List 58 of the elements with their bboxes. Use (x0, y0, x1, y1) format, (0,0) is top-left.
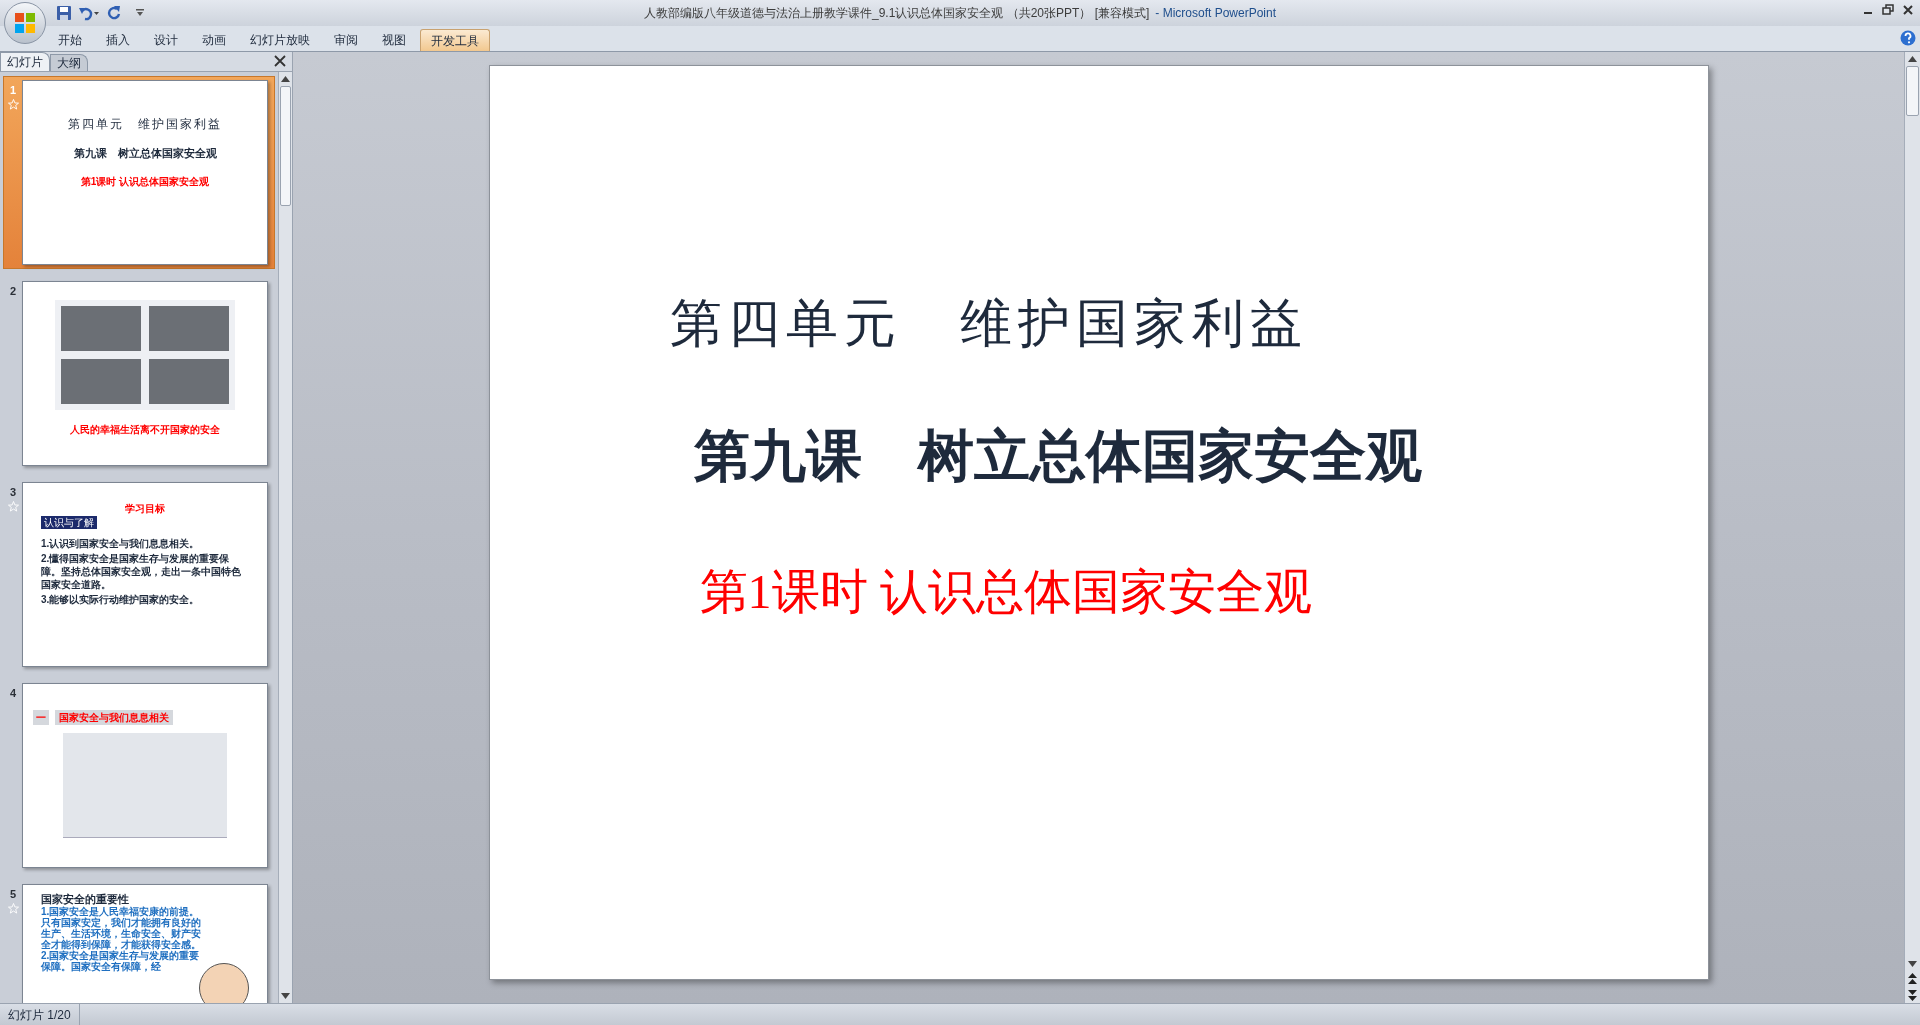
slide-subtitle: 第九课 树立总体国家安全观 (693, 423, 1423, 489)
slide-thumbnail-row[interactable]: 3 学习目标 认识与了解 1.认识到国家安全与我们息息相关。 2.懂得国家安全是国家生存与发展的重要保障。坚持总体国家安全观，走出一条中国特色国家安全道路。 3.能够以实际行动维护国家的安全。 (3, 478, 275, 671)
customize-caret-icon[interactable] (136, 9, 144, 17)
thumbnail-text: 1.认识到国家安全与我们息息相关。 (41, 537, 201, 550)
thumbnail-subtitle: 第1课时 认识总体国家安全观 (80, 174, 210, 189)
save-icon[interactable] (56, 5, 72, 21)
thumbnail-marker: 一 (33, 710, 49, 725)
cartoon-placeholder (199, 963, 249, 1003)
slide-number: 4 (9, 686, 17, 701)
ribbon-tab[interactable]: 设计 (144, 29, 188, 51)
redo-icon[interactable] (106, 5, 122, 21)
scroll-thumb[interactable] (280, 86, 291, 206)
slide-number: 3 (9, 485, 17, 500)
slide-title: 第四单元 维护国家利益 (669, 292, 1309, 355)
ribbon-tab[interactable]: 幻灯片放映 (240, 29, 320, 51)
slide-number: 5 (9, 887, 17, 902)
slide-thumbnail-row[interactable]: 1 第四单元 维护国家利益 第九课 树立总体国家安全观 第1课时 认识总体国家安全观 (3, 76, 275, 269)
thumbnail-title: 第四单元 维护国家利益 (68, 116, 222, 133)
slide-thumbnail-row[interactable]: 4 一 国家安全与我们息息相关 (3, 679, 275, 872)
thumbnail-subtitle: 第九课 树立总体国家安全观 (73, 146, 217, 161)
thumbnail-heading: 学习目标 (124, 502, 166, 516)
ribbon-tab[interactable]: 插入 (96, 29, 140, 51)
pane-tab[interactable]: 大纲 (50, 54, 88, 71)
office-logo-icon (13, 11, 37, 35)
ribbon-tab[interactable]: 视图 (372, 29, 416, 51)
thumbnail-text: 3.能够以实际行动维护国家的安全。 (41, 593, 201, 606)
ribbon-tab[interactable]: 审阅 (324, 29, 368, 51)
pane-tab[interactable]: 幻灯片 (0, 52, 50, 71)
ribbon-tab[interactable]: 动画 (192, 29, 236, 51)
office-button[interactable] (4, 2, 46, 44)
close-icon[interactable] (1902, 4, 1914, 16)
window-title: 人教部编版八年级道德与法治上册教学课件_9.1认识总体国家安全观 （共20张PPT） [兼容模式] (643, 5, 1150, 22)
slide-thumbnail[interactable]: 人民的幸福生活离不开国家的安全 (22, 281, 268, 466)
scroll-thumb[interactable] (1906, 66, 1919, 116)
slide-subtitle: 第1课时 认识总体国家安全观 (699, 564, 1313, 620)
slide-thumbnail-row[interactable]: 2 人民的幸福生活离不开国家的安全 (3, 277, 275, 470)
thumbnail-text: 2.懂得国家安全是国家生存与发展的重要保障。坚持总体国家安全观，走出一条中国特色国家安全道路。 (41, 552, 242, 591)
thumbnail-text: 1.国家安全是人民幸福安康的前提。只有国家安定，我们才能拥有良好的生产、生活环境，生命安全、财产安全才能得到保障，才能获得安全感。2.国家安全是国家生存与发展的重要保障。国家安全有保障，经 (41, 906, 202, 972)
slide-number: 1 (9, 83, 17, 98)
thumbnail-heading: 国家安全与我们息息相关 (55, 710, 173, 725)
slide-thumbnail[interactable]: 第四单元 维护国家利益 第九课 树立总体国家安全观 第1课时 认识总体国家安全观 (22, 80, 268, 265)
next-slide-icon[interactable] (1905, 987, 1920, 1003)
restore-icon[interactable] (1882, 4, 1894, 16)
thumbnail-badge: 认识与了解 (41, 516, 97, 529)
previous-slide-icon[interactable] (1905, 971, 1920, 987)
thumbnail-heading: 国家安全的重要性 (41, 893, 130, 906)
close-icon[interactable] (274, 55, 286, 67)
status-slide-count: 幻灯片 1/20 (0, 1004, 80, 1025)
slide-thumbnail-row[interactable]: 5 国家安全的重要性 1.国家安全是人民幸福安康的前提。只有国家安定，我们才能拥有良好的生产、生活环境，生命安全、财产安全才能得到保障，才能获得安全感。2.国家安全是国家生存与发展的重要保障。国家安全有保障，经 (3, 880, 275, 1003)
thumbnail-caption: 人民的幸福生活离不开国家的安全 (70, 423, 220, 437)
help-icon[interactable] (1900, 30, 1916, 46)
undo-icon[interactable] (78, 5, 100, 21)
app-name: - Microsoft PowerPoint (1155, 5, 1277, 22)
slide-thumbnail[interactable]: 学习目标 认识与了解 1.认识到国家安全与我们息息相关。 2.懂得国家安全是国家生存与发展的重要保障。坚持总体国家安全观，走出一条中国特色国家安全道路。 3.能够以实际行动维护国家的安全。 (22, 482, 268, 667)
ribbon-tab[interactable]: 开发工具 (420, 29, 490, 51)
slide-thumbnail[interactable]: 国家安全的重要性 1.国家安全是人民幸福安康的前提。只有国家安定，我们才能拥有良好的生产、生活环境，生命安全、财产安全才能得到保障，才能获得安全感。2.国家安全是国家生存与发展的重要保障。国家安全有保障，经 (22, 884, 268, 1003)
slide-number: 2 (9, 284, 17, 299)
ribbon-tab[interactable]: 开始 (48, 29, 92, 51)
